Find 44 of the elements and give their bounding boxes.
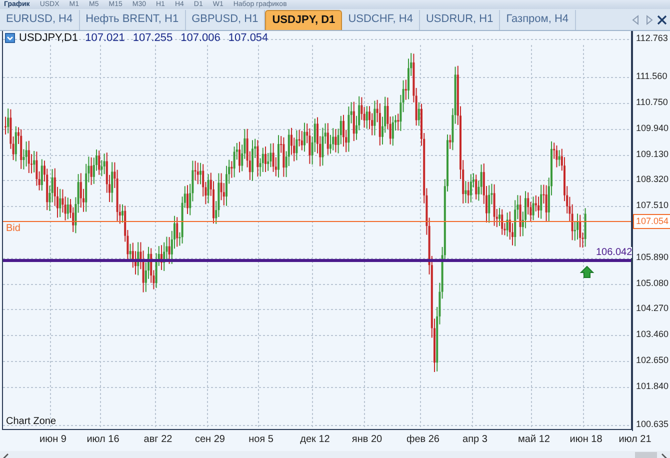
price-tick: 102.650 bbox=[636, 354, 669, 365]
price-tick: 109.940 bbox=[636, 122, 669, 133]
price-tick: 107.510 bbox=[636, 200, 669, 210]
chart-zone-label: Chart Zone bbox=[6, 416, 56, 427]
price-tick: 105.890 bbox=[636, 252, 669, 262]
quote-value: 107.021 bbox=[85, 32, 125, 44]
price-tick: 103.460 bbox=[636, 329, 669, 340]
symbol-label: USDJPY,D1 bbox=[19, 32, 78, 44]
date-label: сен 29 bbox=[195, 434, 225, 445]
quote-value: 107.006 bbox=[180, 32, 220, 44]
date-label: дек 12 bbox=[300, 434, 330, 445]
chart-tab[interactable]: Нефть BRENT, H1 bbox=[80, 10, 186, 30]
date-label: апр 3 bbox=[462, 434, 488, 445]
chart-tab[interactable]: USDRUR, H1 bbox=[420, 10, 500, 30]
price-tick: 109.130 bbox=[636, 148, 669, 159]
chart-tab[interactable]: USDCHF, H4 bbox=[342, 10, 420, 30]
up-arrow-icon bbox=[580, 266, 594, 278]
date-label: авг 22 bbox=[144, 434, 172, 445]
bid-price-label: 107.054 bbox=[633, 214, 670, 228]
date-label: июл 21 bbox=[618, 434, 652, 445]
price-tick: 112.763 bbox=[636, 33, 668, 43]
price-tick: 104.270 bbox=[636, 303, 669, 314]
price-tick: 105.080 bbox=[636, 278, 669, 288]
chart-tab[interactable]: Газпром, H4 bbox=[500, 10, 576, 30]
price-tick: 101.840 bbox=[636, 380, 669, 391]
quote-value: 107.054 bbox=[228, 32, 268, 44]
line-price-label: 106.042 bbox=[595, 246, 634, 258]
chart-tab[interactable]: EURUSD, H4 bbox=[0, 10, 80, 30]
price-tick: 111.560 bbox=[636, 71, 668, 82]
chart-tab[interactable]: USDJPY, D1 bbox=[265, 10, 342, 30]
date-label: июн 9 bbox=[40, 434, 66, 445]
quote-value: 107.255 bbox=[132, 32, 173, 44]
bid-label: Bid bbox=[6, 222, 20, 234]
date-label: июл 16 bbox=[86, 434, 120, 445]
date-label: янв 20 bbox=[352, 434, 382, 445]
close-icon[interactable] bbox=[657, 15, 667, 25]
date-label: ноя 5 bbox=[248, 434, 274, 445]
date-label: май 12 bbox=[518, 434, 550, 445]
date-label: фев 26 bbox=[406, 434, 440, 445]
price-tick: 108.320 bbox=[636, 174, 669, 184]
date-label: июн 18 bbox=[570, 434, 602, 445]
price-tick: 110.750 bbox=[636, 97, 668, 108]
price-tick: 100.635 bbox=[636, 419, 669, 429]
chart-menu-icon[interactable] bbox=[5, 33, 15, 43]
